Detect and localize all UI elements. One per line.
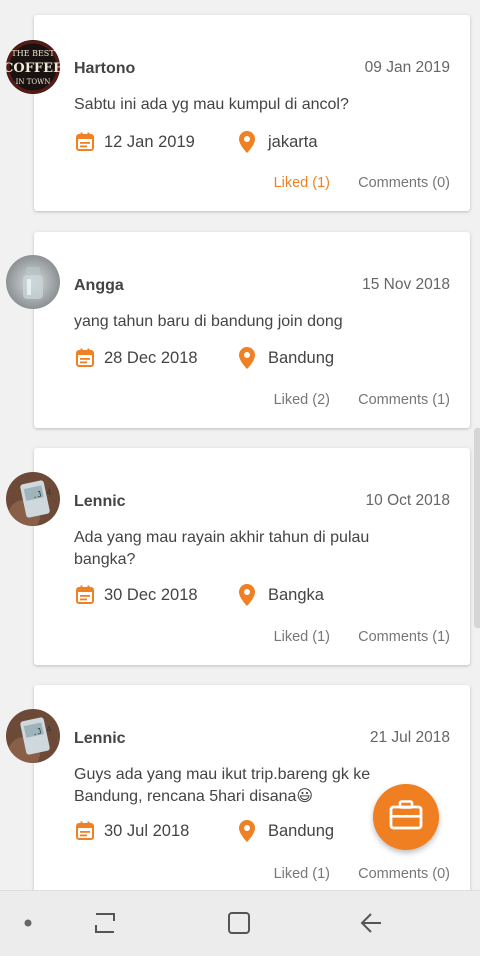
calendar-icon bbox=[74, 131, 96, 153]
post-message: yang tahun baru di bandung join dong bbox=[74, 313, 343, 330]
comments-button[interactable]: Comments (0) bbox=[358, 175, 450, 191]
location-pin-icon bbox=[236, 347, 258, 369]
nav-dot-icon[interactable] bbox=[22, 909, 34, 937]
post-meta: 12 Jan 2019 jakarta bbox=[74, 130, 318, 154]
comments-button[interactable]: Comments (1) bbox=[358, 392, 450, 408]
recent-apps-icon[interactable] bbox=[90, 909, 120, 937]
event-location: jakarta bbox=[268, 132, 318, 151]
like-button[interactable]: Liked (2) bbox=[274, 392, 330, 408]
post-author[interactable]: Lennic bbox=[74, 730, 126, 748]
back-icon[interactable] bbox=[356, 909, 386, 937]
post-date: 15 Nov 2018 bbox=[362, 276, 450, 293]
like-button[interactable]: Liked (1) bbox=[274, 175, 330, 191]
post-date: 21 Jul 2018 bbox=[369, 729, 450, 746]
post-date: 09 Jan 2019 bbox=[364, 59, 450, 76]
post-meta: 30 Dec 2018 Bangka bbox=[74, 583, 324, 607]
event-date: 28 Dec 2018 bbox=[104, 348, 198, 367]
create-trip-fab[interactable] bbox=[373, 784, 439, 850]
calendar-icon bbox=[74, 347, 96, 369]
post-meta: 28 Dec 2018 Bandung bbox=[74, 346, 334, 370]
calendar-icon bbox=[74, 584, 96, 606]
post-card[interactable]: Lennic 10 Oct 2018 Ada yang mau rayain a… bbox=[34, 448, 470, 665]
avatar-text-1: THE BEST bbox=[11, 49, 55, 58]
post-author[interactable]: Lennic bbox=[74, 493, 126, 511]
like-button[interactable]: Liked (1) bbox=[274, 629, 330, 645]
avatar-text-3: IN TOWN bbox=[16, 78, 51, 86]
event-location: Bandung bbox=[268, 821, 335, 840]
like-button[interactable]: Liked (1) bbox=[274, 866, 330, 882]
location-pin-icon bbox=[236, 131, 258, 153]
post-meta: 30 Jul 2018 Bandung bbox=[74, 819, 334, 843]
post-feed[interactable]: Hartono 09 Jan 2019 Sabtu ini ada yg mau… bbox=[0, 0, 480, 890]
post-message: Ada yang mau rayain akhir tahun di pulau… bbox=[74, 529, 370, 568]
calendar-icon bbox=[74, 820, 96, 842]
event-location: Bangka bbox=[268, 585, 324, 604]
briefcase-icon bbox=[389, 799, 423, 835]
scroll-edge-handle[interactable] bbox=[474, 428, 480, 628]
event-date: 12 Jan 2019 bbox=[104, 132, 195, 151]
avatar[interactable]: .J 4 bbox=[6, 709, 60, 763]
post-message: Guys ada yang mau ikut trip.bareng gk ke… bbox=[74, 766, 371, 805]
avatar[interactable]: THE BEST COFFEE IN TOWN bbox=[6, 40, 60, 94]
comments-button[interactable]: Comments (0) bbox=[358, 866, 450, 882]
avatar[interactable] bbox=[6, 255, 60, 309]
location-pin-icon bbox=[236, 820, 258, 842]
post-message: Sabtu ini ada yg mau kumpul di ancol? bbox=[74, 96, 349, 113]
event-location: Bandung bbox=[268, 348, 335, 367]
event-date: 30 Dec 2018 bbox=[104, 585, 198, 604]
avatar[interactable]: .J 4 bbox=[6, 472, 60, 526]
home-icon[interactable] bbox=[224, 909, 254, 937]
post-author[interactable]: Hartono bbox=[74, 60, 135, 78]
system-nav-bar bbox=[0, 890, 480, 956]
event-date: 30 Jul 2018 bbox=[104, 821, 190, 840]
location-pin-icon bbox=[236, 584, 258, 606]
post-date: 10 Oct 2018 bbox=[365, 492, 450, 509]
post-card[interactable]: Hartono 09 Jan 2019 Sabtu ini ada yg mau… bbox=[34, 15, 470, 211]
post-card[interactable]: Angga 15 Nov 2018 yang tahun baru di ban… bbox=[34, 232, 470, 428]
avatar-text-2: COFFEE bbox=[6, 61, 60, 76]
comments-button[interactable]: Comments (1) bbox=[358, 629, 450, 645]
post-author[interactable]: Angga bbox=[74, 277, 124, 295]
